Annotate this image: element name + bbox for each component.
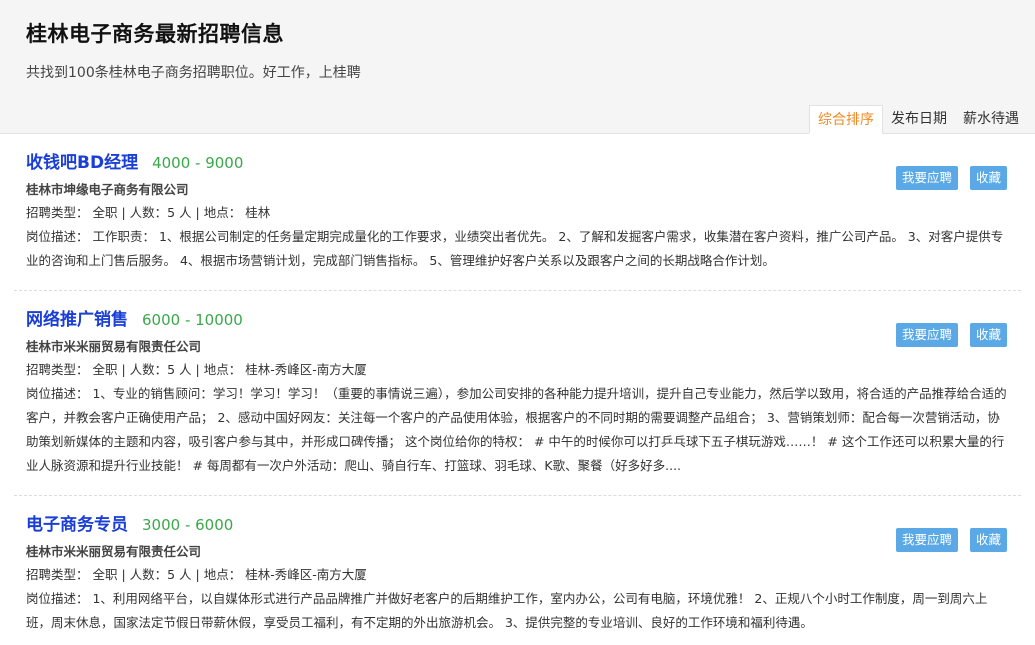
apply-button[interactable]: 我要应聘: [895, 323, 958, 347]
page-title: 桂林电子商务最新招聘信息: [26, 22, 284, 46]
job-head: 收钱吧BD经理 4000 - 9000: [26, 148, 1009, 178]
job-item: 网络推广销售 6000 - 10000 桂林市米米丽贸易有限责任公司 招聘类型：…: [14, 291, 1021, 496]
job-salary: 6000 - 10000: [142, 311, 243, 329]
job-title-link[interactable]: 收钱吧BD经理: [26, 148, 138, 173]
job-meta: 招聘类型： 全职 | 人数：5 人 | 地点： 桂林-秀峰区-南方大厦: [26, 362, 367, 377]
job-title-link[interactable]: 网络推广销售: [26, 305, 128, 330]
job-head: 网络推广销售 6000 - 10000: [26, 305, 1009, 335]
job-list: 收钱吧BD经理 4000 - 9000 桂林市坤缘电子商务有限公司 招聘类型： …: [0, 134, 1035, 645]
favorite-button[interactable]: 收藏: [969, 528, 1007, 552]
job-meta: 招聘类型： 全职 | 人数：5 人 | 地点： 桂林-秀峰区-南方大厦: [26, 567, 367, 582]
job-description: 岗位描述： 1、专业的销售顾问：学习！学习！学习！（重要的事情说三遍），参加公司…: [26, 386, 1007, 473]
job-meta: 招聘类型： 全职 | 人数：5 人 | 地点： 桂林: [26, 205, 271, 220]
job-description: 岗位描述： 工作职责： 1、根据公司制定的任务量定期完成量化的工作要求，业绩突出…: [26, 229, 1004, 268]
job-description: 岗位描述： 1、利用网络平台，以自媒体形式进行产品品牌推广并做好老客户的后期维护…: [26, 591, 988, 630]
job-title-link[interactable]: 电子商务专员: [26, 510, 128, 535]
job-item: 电子商务专员 3000 - 6000 桂林市米米丽贸易有限责任公司 招聘类型： …: [14, 496, 1021, 645]
job-actions: 我要应聘 收藏: [895, 528, 1007, 552]
tab-publish-date[interactable]: 发布日期: [883, 105, 955, 134]
company-name: 桂林市米米丽贸易有限责任公司: [26, 544, 202, 559]
apply-button[interactable]: 我要应聘: [895, 166, 958, 190]
job-item: 收钱吧BD经理 4000 - 9000 桂林市坤缘电子商务有限公司 招聘类型： …: [14, 134, 1021, 291]
favorite-button[interactable]: 收藏: [969, 323, 1007, 347]
sort-tabs: 综合排序 发布日期 薪水待遇: [809, 105, 1027, 134]
job-salary: 4000 - 9000: [152, 154, 244, 172]
favorite-button[interactable]: 收藏: [969, 166, 1007, 190]
job-actions: 我要应聘 收藏: [895, 166, 1007, 190]
job-salary: 3000 - 6000: [142, 516, 234, 534]
company-name: 桂林市米米丽贸易有限责任公司: [26, 339, 202, 354]
page-header: 桂林电子商务最新招聘信息 共找到100条桂林电子商务招聘职位。好工作，上桂聘 综…: [0, 0, 1035, 134]
job-actions: 我要应聘 收藏: [895, 323, 1007, 347]
page-subtitle: 共找到100条桂林电子商务招聘职位。好工作，上桂聘: [26, 65, 361, 81]
job-head: 电子商务专员 3000 - 6000: [26, 510, 1009, 540]
tab-salary[interactable]: 薪水待遇: [955, 105, 1027, 134]
apply-button[interactable]: 我要应聘: [895, 528, 958, 552]
tab-comprehensive-sort[interactable]: 综合排序: [809, 105, 883, 134]
company-name: 桂林市坤缘电子商务有限公司: [26, 182, 189, 197]
